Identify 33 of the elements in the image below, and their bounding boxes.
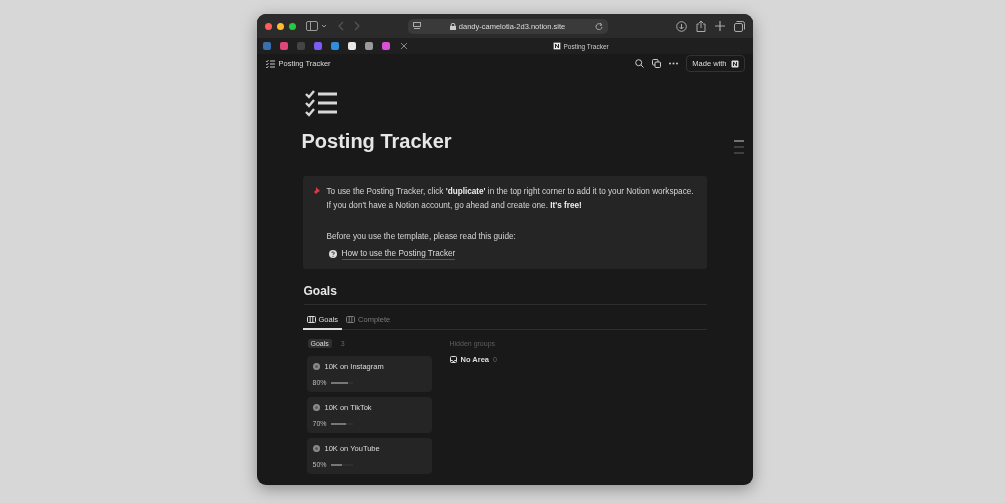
target-icon — [312, 363, 320, 370]
outline-icon[interactable] — [733, 140, 744, 154]
page-icon — [412, 22, 421, 30]
close-button[interactable] — [264, 22, 272, 30]
target-icon — [312, 445, 320, 452]
guide-intro: Before you use the template, please read this guide: — [326, 231, 517, 243]
help-icon — [328, 250, 337, 258]
download-icon[interactable] — [675, 20, 687, 32]
search-icon[interactable] — [635, 59, 645, 68]
guide-link[interactable]: How to use the Posting Tracker — [328, 248, 456, 260]
notion-logo-icon — [552, 42, 561, 50]
callout-text: If you don't have a Notion account, go ahead and create one. It's free! — [326, 200, 583, 212]
notion-logo-icon — [730, 59, 739, 68]
more-icon[interactable] — [669, 62, 679, 65]
minimize-button[interactable] — [276, 22, 284, 30]
share-icon[interactable] — [695, 20, 706, 32]
checklist-icon — [304, 90, 337, 118]
close-icon[interactable] — [400, 43, 407, 49]
target-icon — [312, 404, 320, 411]
inbox-icon — [449, 356, 457, 363]
lock-icon — [449, 22, 456, 30]
checklist-icon — [265, 59, 275, 68]
board-view-icon — [346, 316, 356, 323]
sidebar-icon[interactable] — [305, 21, 328, 31]
plus-icon[interactable] — [714, 21, 725, 31]
callout-text: To use the Posting Tracker, click 'duplicate' in the top right corner to add it to your Notion workspace. — [326, 186, 694, 198]
section-heading: Goals — [303, 284, 707, 305]
reload-icon[interactable] — [594, 22, 603, 30]
zoom-button[interactable] — [288, 22, 296, 30]
page-title: Posting Tracker — [301, 129, 453, 154]
copy-icon[interactable] — [652, 59, 662, 68]
tabs-overview-icon[interactable] — [733, 20, 745, 32]
board-view-icon — [306, 316, 316, 323]
